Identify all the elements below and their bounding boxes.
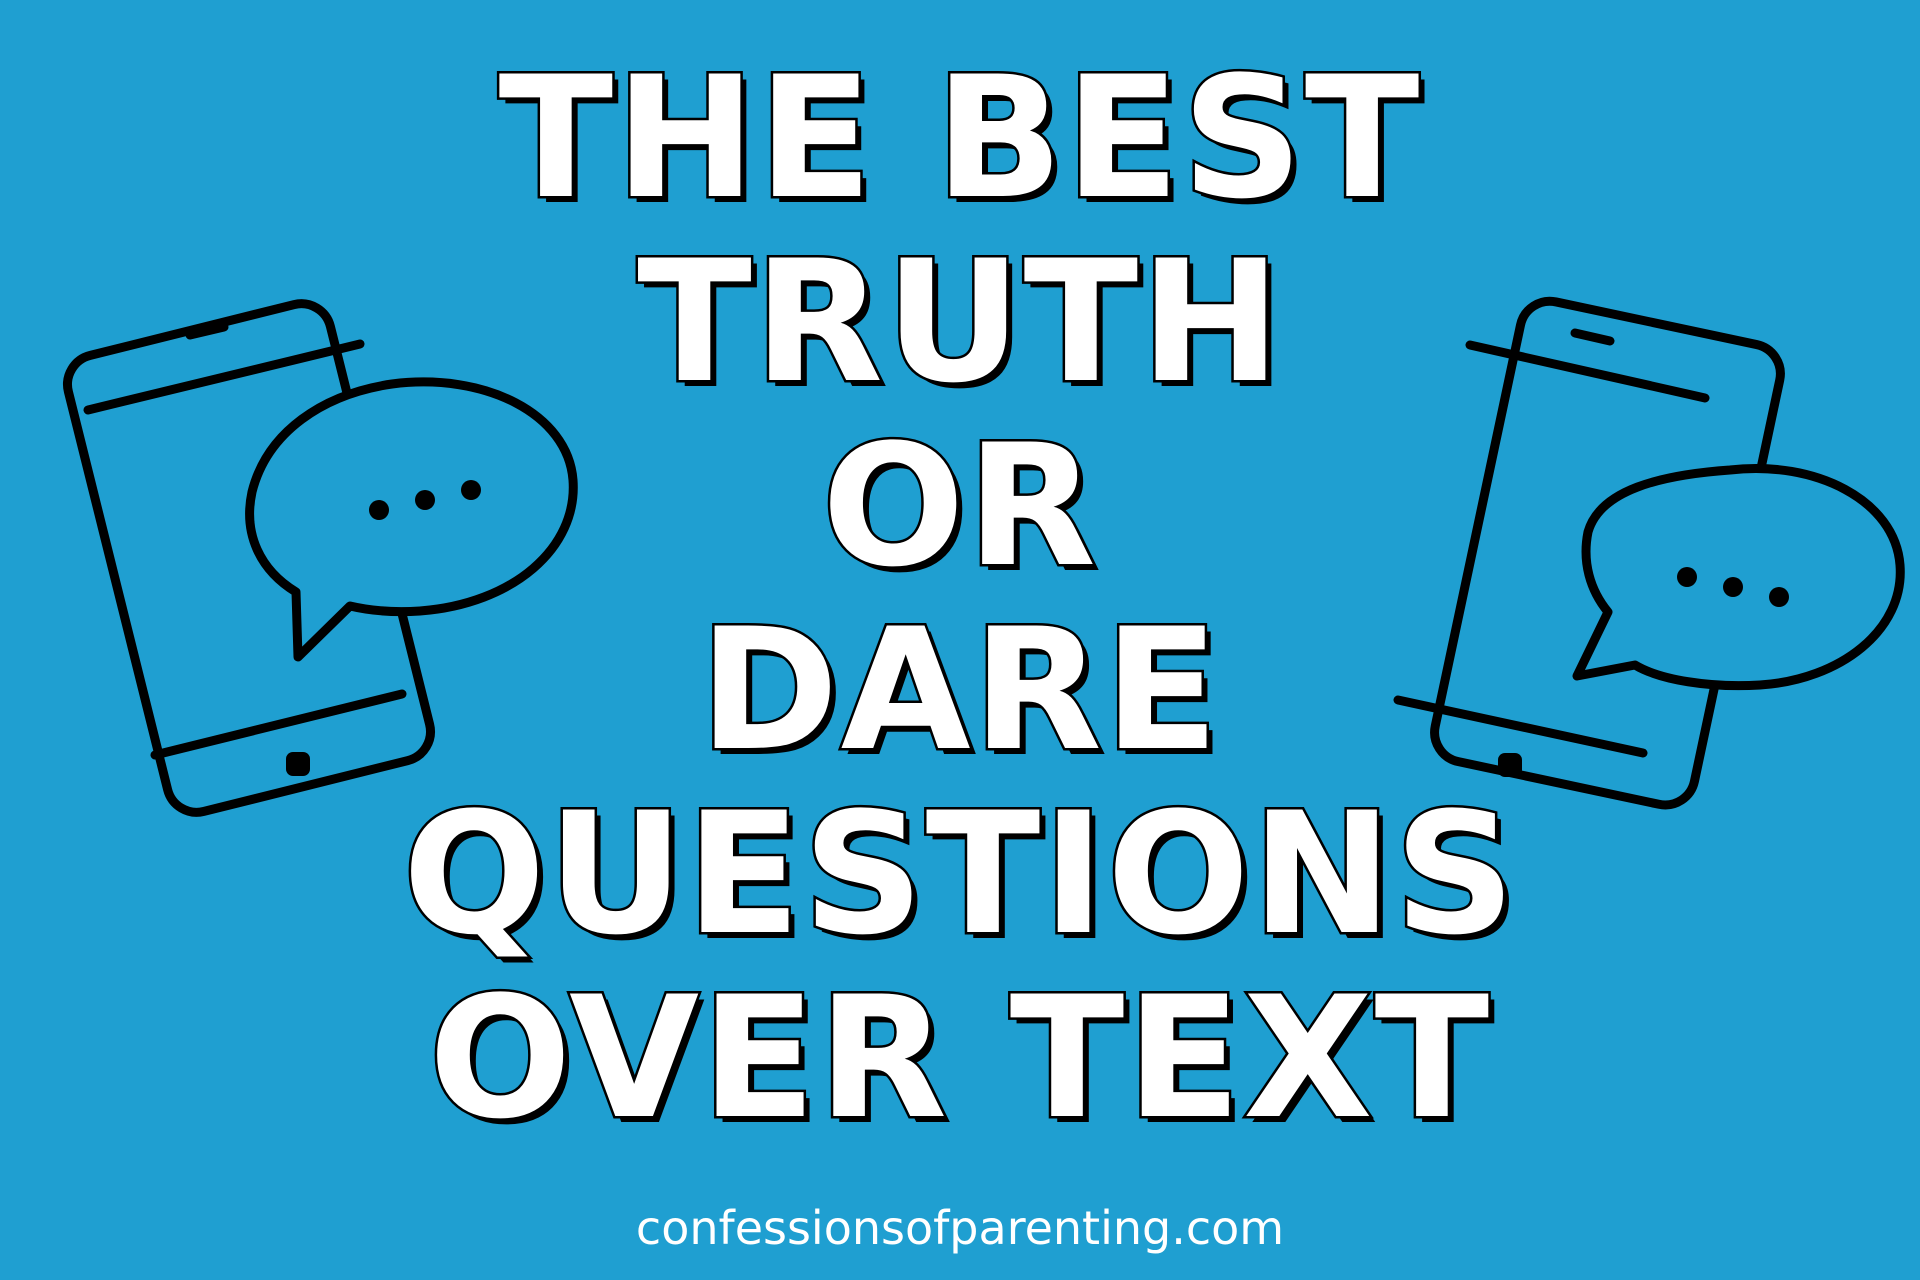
title-line-1: THE BEST	[496, 40, 1422, 236]
site-url: confessionsofparenting.com	[635, 1201, 1285, 1255]
page-title: THE BEST TRUTH OR DARE QUESTIONS OVER TE…	[0, 40, 1920, 1156]
title-line-2: TRUTH	[635, 224, 1284, 420]
title-line-5: QUESTIONS	[400, 776, 1518, 972]
title-line-3: OR	[819, 408, 1099, 604]
title-line-6: OVER TEXT	[426, 960, 1492, 1156]
title-line-4: DARE	[697, 592, 1222, 788]
